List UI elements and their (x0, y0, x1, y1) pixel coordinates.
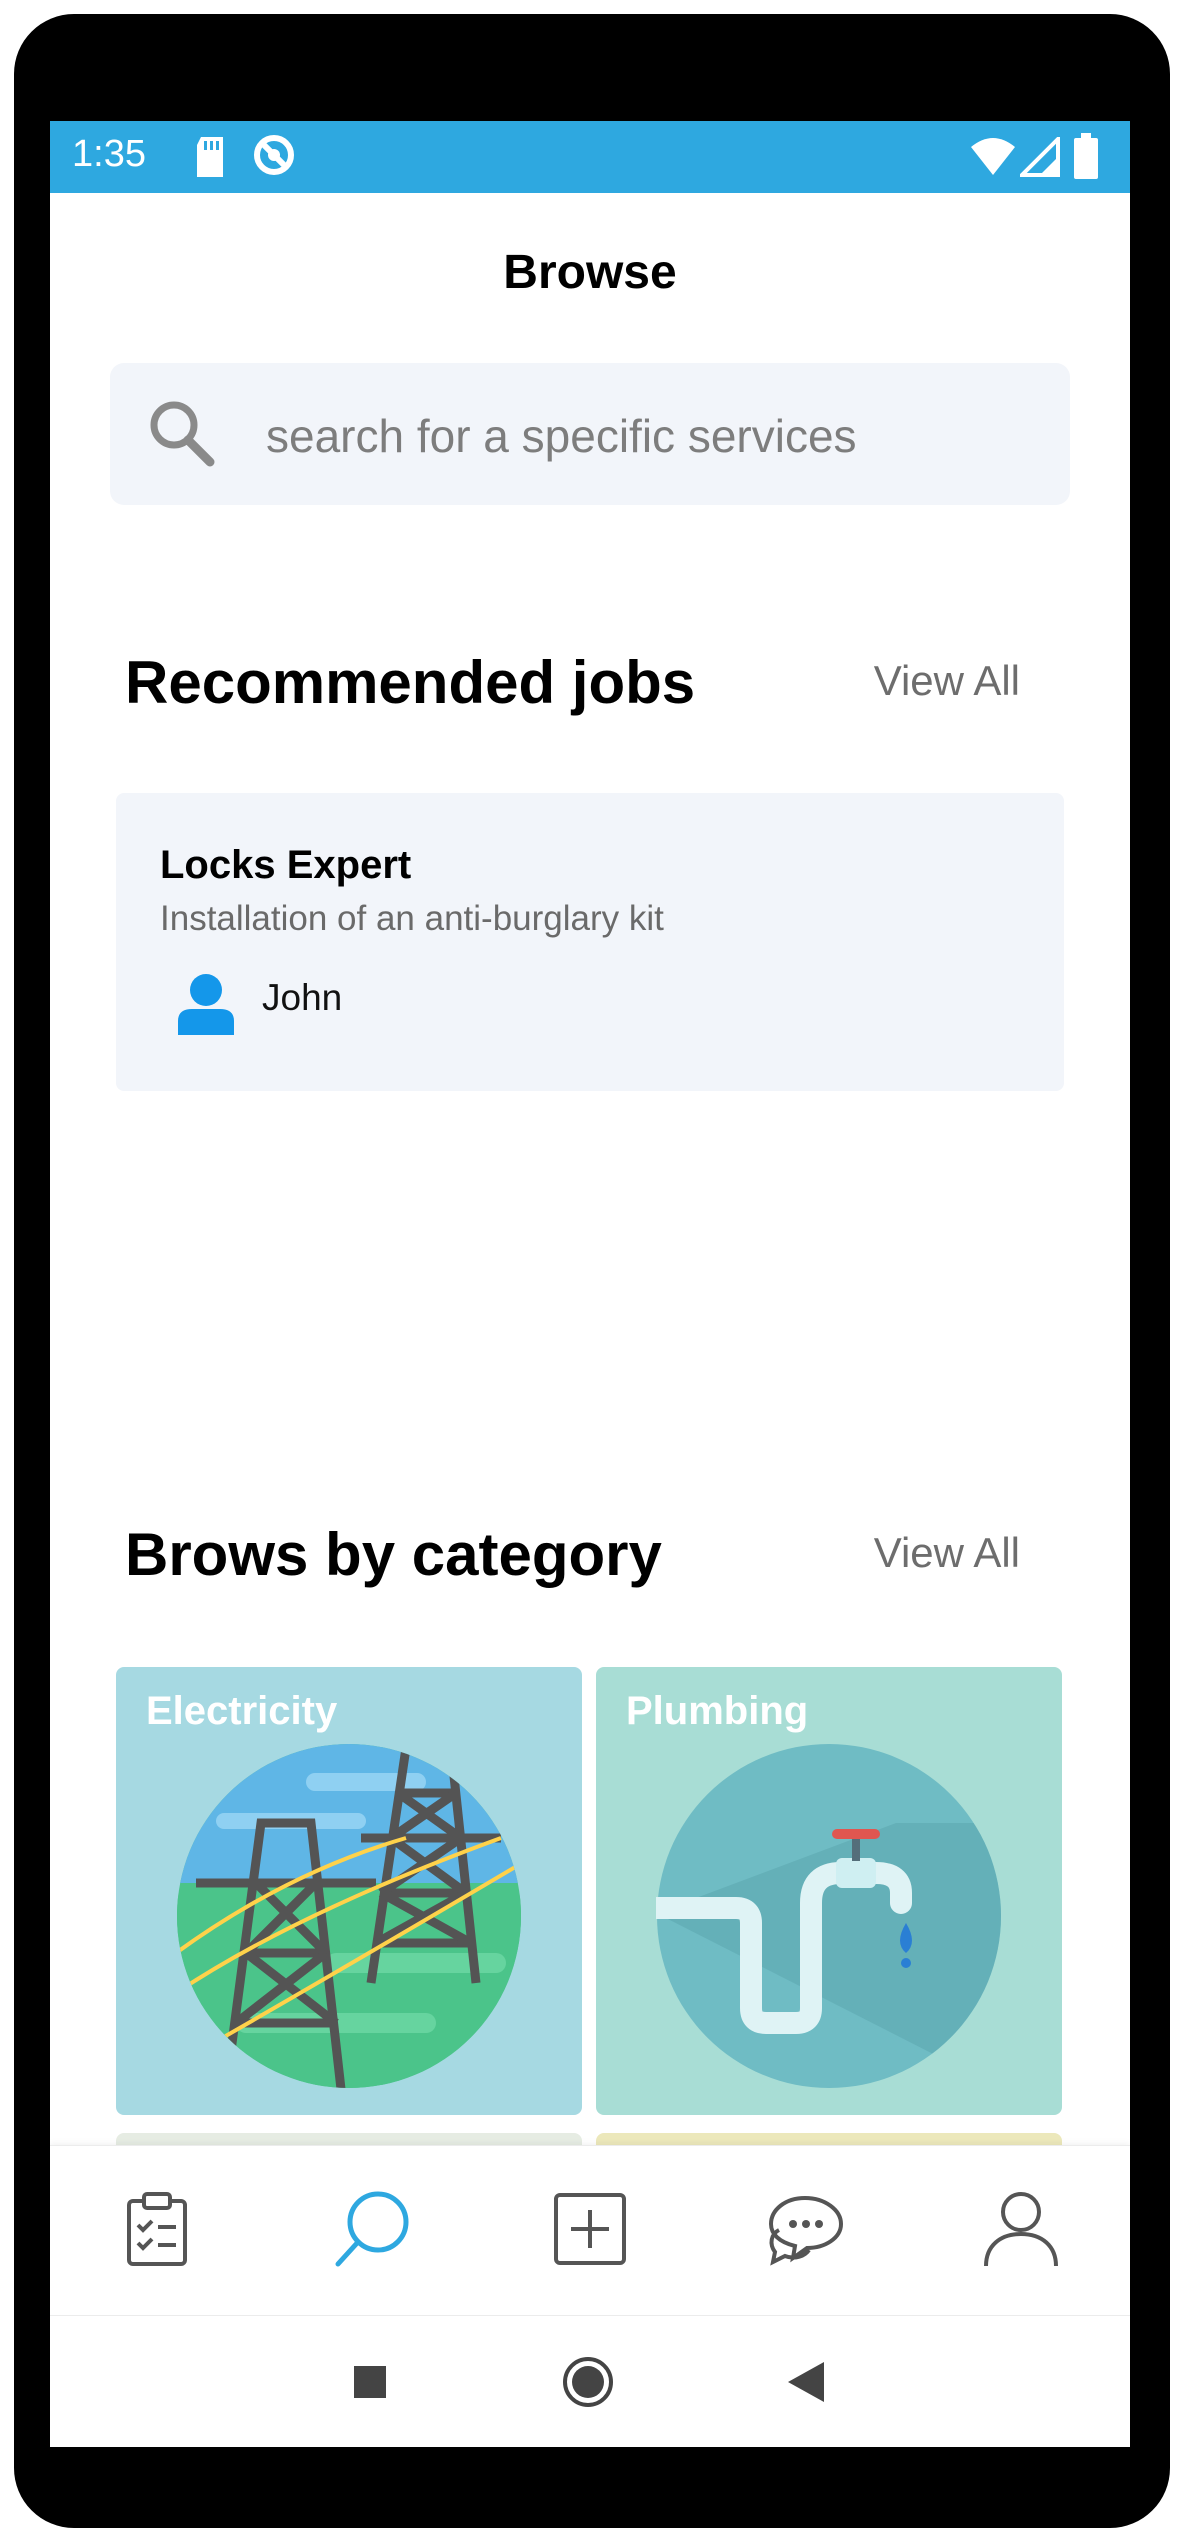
bottom-navigation (50, 2145, 1130, 2315)
recommended-jobs-title: Recommended jobs (125, 649, 696, 716)
nav-add[interactable] (545, 2186, 635, 2276)
clipboard-checklist-icon (126, 2191, 188, 2272)
recents-square-icon (354, 2365, 386, 2403)
nav-messages[interactable] (760, 2186, 850, 2276)
sync-disabled-icon (250, 131, 298, 184)
app-screen: 1:35 Browse search for a specific servic… (50, 121, 1130, 2447)
categories-view-all-link[interactable]: View All (874, 1529, 1020, 1577)
battery-icon (1074, 133, 1098, 184)
categories-title: Brows by category (125, 1521, 662, 1588)
search-input[interactable]: search for a specific services (110, 363, 1070, 505)
back-button[interactable] (780, 2358, 832, 2410)
category-card-plumbing[interactable]: Plumbing (596, 1667, 1062, 2115)
category-card-electricity[interactable]: Electricity (116, 1667, 582, 2115)
recommended-view-all-link[interactable]: View All (874, 657, 1020, 705)
recents-button[interactable] (344, 2358, 396, 2410)
power-lines-icon (176, 1743, 522, 2094)
back-triangle-icon (788, 2361, 824, 2407)
person-icon (982, 2190, 1060, 2273)
system-navigation-bar (50, 2315, 1130, 2447)
nav-profile[interactable] (976, 2186, 1066, 2276)
status-time: 1:35 (72, 133, 146, 175)
faucet-pipe-icon (645, 1743, 1002, 2094)
status-bar: 1:35 (50, 121, 1130, 193)
nav-browse[interactable] (327, 2186, 417, 2276)
user-avatar-icon (178, 973, 234, 1040)
home-circle-icon (562, 2356, 614, 2413)
job-description: Installation of an anti-burglary kit (160, 899, 664, 938)
category-label: Plumbing (626, 1689, 809, 1733)
category-label: Electricity (146, 1689, 338, 1733)
job-card[interactable]: Locks Expert Installation of an anti-bur… (116, 793, 1064, 1091)
home-button[interactable] (562, 2356, 614, 2413)
search-icon (146, 397, 218, 474)
job-title: Locks Expert (160, 843, 412, 887)
job-user-name: John (262, 977, 343, 1018)
search-icon (332, 2189, 412, 2274)
plus-square-icon (553, 2192, 627, 2271)
search-placeholder: search for a specific services (266, 410, 857, 462)
sd-card-icon (193, 135, 227, 184)
page-title: Browse (503, 246, 677, 299)
nav-tasks[interactable] (112, 2186, 202, 2276)
chat-bubbles-icon (765, 2192, 845, 2271)
wifi-icon (970, 137, 1016, 182)
signal-icon (1017, 134, 1060, 182)
